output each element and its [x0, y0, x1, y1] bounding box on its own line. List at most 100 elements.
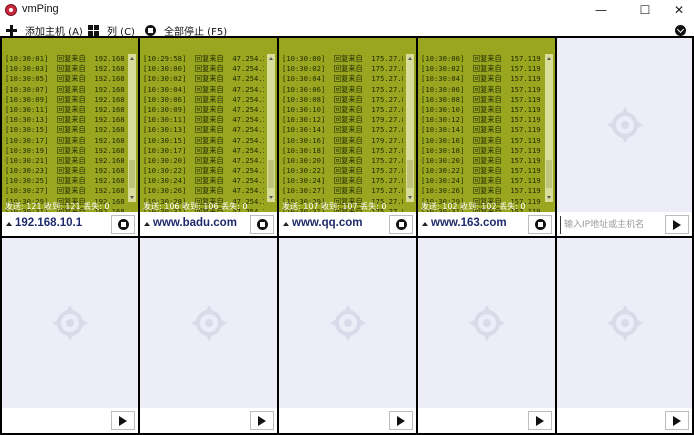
- stop-ping-button[interactable]: [111, 215, 135, 234]
- ping-log-line: [10:30:20] 回复来自 47.254.33.: [143, 155, 264, 165]
- ping-log-line: [10:30:20] 回复来自 175.27.8.1: [282, 155, 403, 165]
- host-input-bar: [140, 408, 277, 433]
- stop-ping-button[interactable]: [528, 215, 552, 234]
- ping-log-line: [10:30:06] 回复来自 175.27.8.1: [282, 84, 403, 94]
- start-ping-button[interactable]: [665, 411, 689, 430]
- ping-log-line: [10:30:18] 回复来自 157.119.17: [421, 145, 542, 155]
- scroll-up-arrow-icon[interactable]: [545, 54, 553, 62]
- monitor-cell: [140, 238, 277, 433]
- ping-log-line: [10:30:14] 回复来自 157.119.17: [421, 125, 542, 135]
- monitor-cell: [279, 238, 416, 433]
- vmping-window: vmPing — ☐ ✕ 添加主机 (A) 列 (C) 全部停止 (F5) [1…: [0, 0, 694, 435]
- play-icon: [119, 415, 127, 426]
- host-name-label[interactable]: www.163.com: [431, 217, 507, 229]
- monitor-cell: [557, 238, 692, 433]
- scroll-up-arrow-icon[interactable]: [406, 54, 414, 62]
- monitor-cell: [557, 38, 692, 236]
- ping-log-line: [10:30:16] 回复来自 157.119.17: [421, 135, 542, 145]
- watermark-logo-icon: [50, 303, 90, 343]
- watermark-logo-icon: [328, 303, 368, 343]
- stop-circle-icon: [145, 24, 156, 36]
- stop-icon: [256, 219, 268, 230]
- ping-log: [10:30:00] 回复来自 175.27.8.1 [10:30:02] 回复来…: [282, 54, 403, 212]
- monitor-cell: [10:30:00] 回复来自 157.119.17 [10:30:02] 回复来…: [418, 38, 555, 236]
- collapse-caret-icon[interactable]: [422, 222, 428, 226]
- ping-log-line: [10:30:21] 回复来自 192.168.10.1: [5, 155, 125, 165]
- collapse-caret-icon[interactable]: [283, 222, 289, 226]
- ping-log-line: [10:30:01] 回复来自 192.168.10.1: [5, 54, 125, 63]
- ping-log-line: [10:30:15] 回复来自 192.168.10.1: [5, 125, 125, 135]
- collapse-caret-icon[interactable]: [6, 222, 12, 226]
- ping-statistics: 发送: 106 收到: 106 丢失: 0: [143, 202, 248, 211]
- scroll-up-arrow-icon[interactable]: [128, 54, 136, 62]
- play-icon: [397, 415, 405, 426]
- ping-log-line: [10:30:04] 回复来自 175.27.8.1: [282, 74, 403, 84]
- host-bar: www.163.com: [418, 212, 555, 236]
- maximize-button[interactable]: ☐: [626, 0, 664, 20]
- ping-log-line: [10:30:20] 回复来自 157.119.17: [421, 155, 542, 165]
- ping-output-console: [10:30:00] 回复来自 175.27.8.1 [10:30:02] 回复来…: [279, 38, 416, 212]
- ping-log-line: [10:30:13] 回复来自 47.254.33.: [143, 125, 264, 135]
- host-bar: www.qq.com: [279, 212, 416, 236]
- log-scrollbar[interactable]: [128, 54, 136, 202]
- ping-log-line: [10:30:13] 回复来自 192.168.10.1: [5, 115, 125, 125]
- options-menu-chevron-icon[interactable]: [675, 25, 686, 36]
- stop-ping-button[interactable]: [250, 215, 274, 234]
- ping-log-line: [10:30:27] 回复来自 175.27.8.1: [282, 186, 403, 196]
- ping-log-line: [10:30:06] 回复来自 47.254.33.: [143, 94, 264, 104]
- start-ping-button[interactable]: [665, 215, 689, 234]
- ping-log-line: [10:30:12] 回复来自 179.27.8.1: [282, 115, 403, 125]
- ping-log-line: [10:30:11] 回复来自 192.168.10.1: [5, 104, 125, 114]
- ping-log-line: [10:30:26] 回复来自 157.119.17: [421, 186, 542, 196]
- ping-log-line: [10:30:05] 回复来自 192.168.10.1: [5, 74, 125, 84]
- log-scrollbar[interactable]: [545, 54, 553, 202]
- close-window-button[interactable]: ✕: [660, 0, 694, 20]
- monitor-cell: [10:29:58] 回复来自 47.254.33. [10:30:00] 回复来…: [140, 38, 277, 236]
- log-scrollbar[interactable]: [267, 54, 275, 202]
- ping-log-line: [10:30:22] 回复来自 175.27.8.1: [282, 166, 403, 176]
- minimize-button[interactable]: —: [582, 0, 620, 20]
- scroll-thumb[interactable]: [268, 160, 274, 188]
- ping-log-line: [10:30:02] 回复来自 157.119.17: [421, 64, 542, 74]
- collapse-caret-icon[interactable]: [144, 222, 150, 226]
- ping-log-line: [10:30:09] 回复来自 47.254.33.: [143, 104, 264, 114]
- ping-log-line: [10:30:23] 回复来自 192.168.10.1: [5, 166, 125, 176]
- host-input-bar: [557, 212, 692, 236]
- monitor-cell: [10:30:01] 回复来自 192.168.10.1[10:30:03] 回…: [2, 38, 138, 236]
- ping-log-line: [10:30:27] 回复来自 192.168.10.1: [5, 186, 125, 196]
- start-ping-button[interactable]: [250, 411, 274, 430]
- host-name-label[interactable]: 192.168.10.1: [15, 217, 82, 229]
- start-ping-button[interactable]: [111, 411, 135, 430]
- scroll-thumb[interactable]: [546, 160, 552, 188]
- watermark-logo-icon: [605, 105, 645, 145]
- ping-statistics: 发送: 121 收到: 121 丢失: 0: [5, 202, 110, 211]
- ping-log-line: [10:30:00] 回复来自 47.254.33.: [143, 64, 264, 74]
- host-input-bar: [2, 408, 138, 433]
- host-input-bar: [279, 408, 416, 433]
- host-address-input[interactable]: [560, 216, 659, 234]
- log-scrollbar[interactable]: [406, 54, 414, 202]
- scroll-thumb[interactable]: [407, 160, 413, 188]
- ping-log-line: [10:30:24] 回复来自 157.119.17: [421, 176, 542, 186]
- host-input-bar: [557, 408, 692, 433]
- ping-log-line: [10:30:18] 回复来自 175.27.8.1: [282, 145, 403, 155]
- ping-log-line: [10:30:11] 回复来自 47.254.33.: [143, 115, 264, 125]
- stop-ping-button[interactable]: [389, 215, 413, 234]
- ping-log-line: [10:30:24] 回复来自 47.254.33.: [143, 176, 264, 186]
- ping-output-console: [10:29:58] 回复来自 47.254.33. [10:30:00] 回复来…: [140, 38, 277, 212]
- ping-log: [10:29:58] 回复来自 47.254.33. [10:30:00] 回复来…: [143, 54, 264, 212]
- start-ping-button[interactable]: [389, 411, 413, 430]
- ping-log-line: [10:30:02] 回复来自 175.27.8.1: [282, 64, 403, 74]
- ping-output-console: [10:30:01] 回复来自 192.168.10.1[10:30:03] 回…: [2, 38, 138, 212]
- scroll-up-arrow-icon[interactable]: [267, 54, 275, 62]
- ping-log-line: [10:30:06] 回复来自 157.119.17: [421, 84, 542, 94]
- host-input-bar: [418, 408, 555, 433]
- ping-log-line: [10:30:25] 回复来自 192.168.10.1: [5, 176, 125, 186]
- start-ping-button[interactable]: [528, 411, 552, 430]
- ping-log-line: [10:30:04] 回复来自 47.254.33.: [143, 84, 264, 94]
- scroll-thumb[interactable]: [129, 160, 135, 188]
- ping-log-line: [10:30:10] 回复来自 175.27.8.1: [282, 104, 403, 114]
- host-name-label[interactable]: www.badu.com: [153, 217, 237, 229]
- host-name-label[interactable]: www.qq.com: [292, 217, 363, 229]
- ping-log-line: [10:30:24] 回复来自 175.27.8.1: [282, 176, 403, 186]
